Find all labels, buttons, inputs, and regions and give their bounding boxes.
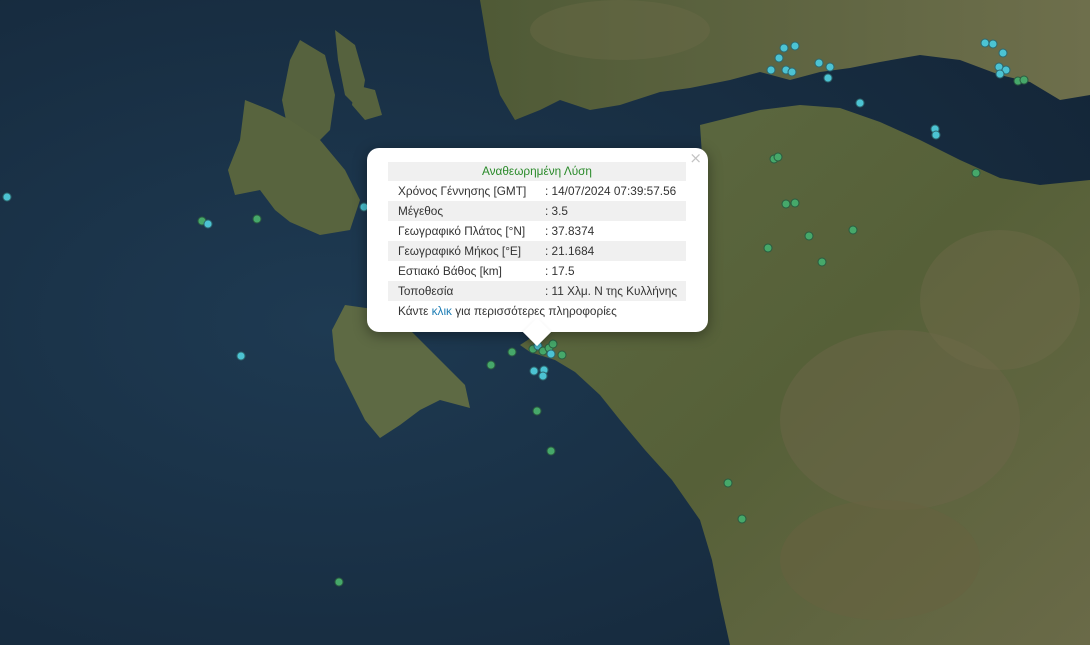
earthquake-marker[interactable]: [334, 577, 344, 587]
earthquake-marker[interactable]: [203, 219, 213, 229]
earthquake-details-table: Χρόνος Γέννησης [GMT] : 14/07/2024 07:39…: [388, 181, 686, 301]
earthquake-marker[interactable]: [763, 243, 773, 253]
mountain-texture: [780, 500, 980, 620]
detail-row-magnitude: Μέγεθος : 3.5: [388, 201, 686, 221]
earthquake-marker[interactable]: [781, 199, 791, 209]
earthquake-marker[interactable]: [779, 43, 789, 53]
detail-row-depth: Εστιακό Βάθος [km] : 17.5: [388, 261, 686, 281]
earthquake-marker[interactable]: [931, 130, 941, 140]
earthquake-marker[interactable]: [529, 366, 539, 376]
earthquake-marker[interactable]: [723, 478, 733, 488]
detail-value: : 14/07/2024 07:39:57.56: [545, 184, 677, 198]
detail-row-origin-time: Χρόνος Γέννησης [GMT] : 14/07/2024 07:39…: [388, 181, 686, 201]
earthquake-marker[interactable]: [546, 446, 556, 456]
earthquake-marker[interactable]: [774, 53, 784, 63]
earthquake-marker[interactable]: [548, 339, 558, 349]
earthquake-marker[interactable]: [546, 349, 556, 359]
earthquake-marker[interactable]: [825, 62, 835, 72]
more-info-link[interactable]: κλικ: [432, 304, 452, 318]
earthquake-marker[interactable]: [823, 73, 833, 83]
satellite-map[interactable]: × Αναθεωρημένη Λύση Χρόνος Γέννησης [GMT…: [0, 0, 1090, 645]
earthquake-marker[interactable]: [507, 347, 517, 357]
earthquake-marker[interactable]: [766, 65, 776, 75]
earthquake-marker[interactable]: [995, 69, 1005, 79]
earthquake-marker[interactable]: [855, 98, 865, 108]
detail-value: : 21.1684: [545, 241, 686, 261]
detail-value: : 11 Χλμ. Ν της Κυλλήνης: [545, 281, 686, 301]
earthquake-marker[interactable]: [817, 257, 827, 267]
popup-title: Αναθεωρημένη Λύση: [388, 162, 686, 181]
mountain-texture: [530, 0, 710, 60]
earthquake-marker[interactable]: [538, 371, 548, 381]
detail-key: Γεωγραφικό Πλάτος [°N]: [398, 224, 526, 238]
earthquake-marker[interactable]: [971, 168, 981, 178]
mountain-texture: [920, 230, 1080, 370]
detail-key: Εστιακό Βάθος [km]: [398, 264, 502, 278]
detail-value: : 17.5: [545, 264, 575, 278]
popup-close-button[interactable]: ×: [689, 150, 702, 166]
detail-key: Τοποθεσία: [388, 281, 545, 301]
earthquake-marker[interactable]: [236, 351, 246, 361]
earthquake-marker[interactable]: [790, 41, 800, 51]
more-info-line: Κάντε κλικ για περισσότερες πληροφορίες: [388, 301, 686, 321]
earthquake-marker[interactable]: [737, 514, 747, 524]
earthquake-info-popup: × Αναθεωρημένη Λύση Χρόνος Γέννησης [GMT…: [367, 148, 708, 347]
detail-row-longitude: Γεωγραφικό Μήκος [°E] : 21.1684: [388, 241, 686, 261]
earthquake-marker[interactable]: [814, 58, 824, 68]
earthquake-marker[interactable]: [773, 152, 783, 162]
earthquake-marker[interactable]: [1019, 75, 1029, 85]
detail-value: : 37.8374: [545, 224, 595, 238]
detail-row-location: Τοποθεσία : 11 Χλμ. Ν της Κυλλήνης: [388, 281, 686, 301]
more-info-suffix: για περισσότερες πληροφορίες: [451, 304, 617, 318]
earthquake-marker[interactable]: [557, 350, 567, 360]
earthquake-marker[interactable]: [2, 192, 12, 202]
earthquake-marker[interactable]: [988, 39, 998, 49]
more-info-prefix: Κάντε: [398, 304, 432, 318]
detail-key: Μέγεθος: [388, 201, 545, 221]
earthquake-marker[interactable]: [532, 406, 542, 416]
earthquake-marker[interactable]: [486, 360, 496, 370]
earthquake-marker[interactable]: [998, 48, 1008, 58]
earthquake-marker[interactable]: [787, 67, 797, 77]
detail-row-latitude: Γεωγραφικό Πλάτος [°N] : 37.8374: [388, 221, 686, 241]
earthquake-marker[interactable]: [790, 198, 800, 208]
earthquake-marker[interactable]: [848, 225, 858, 235]
detail-key: Χρόνος Γέννησης [GMT]: [398, 184, 527, 198]
popup-content: Αναθεωρημένη Λύση Χρόνος Γέννησης [GMT] …: [388, 162, 686, 321]
detail-value: : 3.5: [545, 201, 686, 221]
earthquake-marker[interactable]: [804, 231, 814, 241]
earthquake-marker[interactable]: [252, 214, 262, 224]
detail-key: Γεωγραφικό Μήκος [°E]: [388, 241, 545, 261]
